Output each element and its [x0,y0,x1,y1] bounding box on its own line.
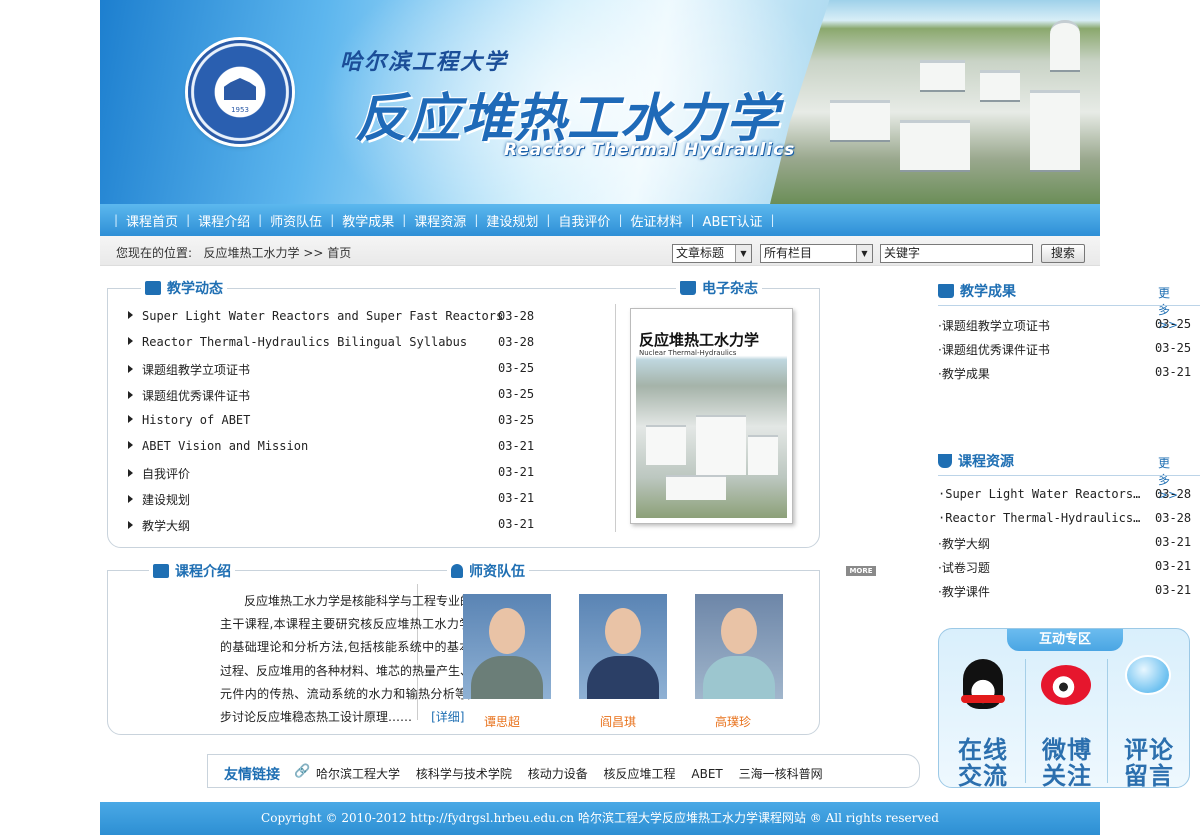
divider [615,304,616,532]
link-icon: 🔗 [294,764,311,779]
list-item[interactable]: History of ABET 03-25 [128,413,534,427]
site-footer: Copyright © 2010-2012 http://fydrgsl.hrb… [100,802,1100,835]
speech-bubble-icon [1125,655,1171,695]
nav-self-evaluation[interactable]: 自我评价 [552,211,618,230]
list-item[interactable]: ·Reactor Thermal-Hydraulics… 03-28 [938,511,1191,525]
weibo-icon [1041,665,1091,705]
link-item[interactable]: 哈尔滨工程大学 [316,767,400,781]
search-type-select[interactable]: 文章标题 ▼ [672,244,752,263]
list-item[interactable]: ·试卷习题 03-21 [938,559,1191,576]
link-item[interactable]: 核动力设备 [528,767,588,781]
faculty-name[interactable]: 高璞珍 [715,713,751,730]
monitor-icon [153,564,169,578]
qq-scarf [961,695,1005,703]
nav-faculty[interactable]: 师资队伍 [264,211,330,230]
nav-resources[interactable]: 课程资源 [408,211,474,230]
list-item[interactable]: Reactor Thermal-Hydraulics Bilingual Syl… [128,335,534,349]
nav-abet[interactable]: ABET认证 [697,211,771,230]
list-item[interactable]: ·课题组教学立项证书 03-25 [938,317,1191,334]
list-item[interactable]: 建设规划 03-21 [128,491,534,508]
news-title: 教学动态 [141,278,227,298]
achievements-title: 教学成果 [934,281,1020,301]
page: 1953 哈尔滨工程大学 反应堆热工水力学 Reactor Thermal Hy… [100,0,1200,835]
site-banner: 1953 哈尔滨工程大学 反应堆热工水力学 Reactor Thermal Hy… [100,0,1100,204]
intro-text: 反应堆热工水力学是核能科学与工程专业的一门主干课程,本课程主要研究核反应堆热工水… [220,594,497,725]
divider [938,475,1200,476]
document-icon [938,284,954,298]
interaction-title: 互动专区 [1007,629,1123,651]
list-item[interactable]: ·课题组优秀课件证书 03-25 [938,341,1191,358]
magazine-cover[interactable]: 反应堆热工水力学 Nuclear Thermal-Hydraulics [630,308,793,524]
nav-evidence[interactable]: 佐证材料 [624,211,690,230]
friend-links-bar: 友情链接 🔗 哈尔滨工程大学 核科学与技术学院 核动力设备 核反应堆工程 ABE… [207,754,920,788]
faculty-title: 师资队伍 [447,561,529,581]
trophy-icon [938,454,952,468]
list-item[interactable]: ABET Vision and Mission 03-21 [128,439,534,453]
comment-button[interactable]: 评论 留言 [1107,653,1189,787]
faculty-photo[interactable] [695,594,783,699]
search-button[interactable]: 搜索 [1041,244,1085,263]
nav-home[interactable]: 课程首页 [120,211,186,230]
search-column-select[interactable]: 所有栏目 ▼ [760,244,873,263]
list-item[interactable]: 自我评价 03-21 [128,465,534,482]
book-icon [680,281,696,295]
nav-planning[interactable]: 建设规划 [480,211,546,230]
banner-subtitle: Reactor Thermal Hydraulics [504,140,796,160]
links-title: 友情链接 [224,767,280,783]
campus-photo [770,0,1100,204]
faculty-photo[interactable] [463,594,551,699]
online-chat-button[interactable]: 在线 交流 [941,653,1025,787]
link-item[interactable]: 三海一核科普网 [739,767,823,781]
list-item[interactable]: ·教学成果 03-21 [938,365,1191,382]
news-icon [145,281,161,295]
main-nav: | 课程首页 | 课程介绍 | 师资队伍 | 教学成果 | 课程资源 | 建设规划 | 自我评… [100,204,1100,236]
interaction-zone: 互动专区 在线 交流 微博 关注 评论 留言 [938,628,1190,788]
list-item[interactable]: 课题组教学立项证书 03-25 [128,361,534,378]
weibo-follow-button[interactable]: 微博 关注 [1025,653,1109,787]
resources-title: 课程资源 [934,451,1018,471]
link-item[interactable]: 核反应堆工程 [604,767,676,781]
search-input[interactable]: 关键字 [880,244,1033,263]
link-item[interactable]: 核科学与技术学院 [416,767,512,781]
person-icon [451,564,463,578]
university-name: 哈尔滨工程大学 [340,49,509,75]
intro-title: 课程介绍 [149,561,235,581]
magazine-title: 电子杂志 [676,278,762,298]
intro-detail-link[interactable]: [详细] [431,710,464,724]
list-item[interactable]: ·教学课件 03-21 [938,583,1191,600]
breadcrumb-path[interactable]: 反应堆热工水力学 >> 首页 [204,246,352,260]
university-seal-logo: 1953 [188,40,292,144]
list-item[interactable]: 教学大纲 03-21 [128,517,534,534]
list-item[interactable]: ·Super Light Water Reactors… 03-28 [938,487,1191,501]
chevron-down-icon: ▼ [735,245,751,262]
breadcrumb: 您现在的位置: 反应堆热工水力学 >> 首页 [116,246,352,260]
chevron-down-icon: ▼ [856,245,872,262]
links-list: 哈尔滨工程大学 核科学与技术学院 核动力设备 核反应堆工程 ABET 三海一核科… [316,765,835,782]
divider [938,305,1200,306]
list-item[interactable]: 课题组优秀课件证书 03-25 [128,387,534,404]
faculty-photo[interactable] [579,594,667,699]
nav-achievements[interactable]: 教学成果 [336,211,402,230]
list-item[interactable]: ·教学大纲 03-21 [938,535,1191,552]
location-bar: 您现在的位置: 反应堆热工水力学 >> 首页 文章标题 ▼ 所有栏目 ▼ 关键字 搜… [100,236,1100,266]
faculty-more-button[interactable]: MORE [846,566,876,576]
faculty-name[interactable]: 谭思超 [484,713,520,730]
link-item[interactable]: ABET [691,767,722,781]
faculty-name[interactable]: 阎昌琪 [600,713,636,730]
nav-intro[interactable]: 课程介绍 [192,211,258,230]
list-item[interactable]: Super Light Water Reactors and Super Fas… [128,309,534,323]
